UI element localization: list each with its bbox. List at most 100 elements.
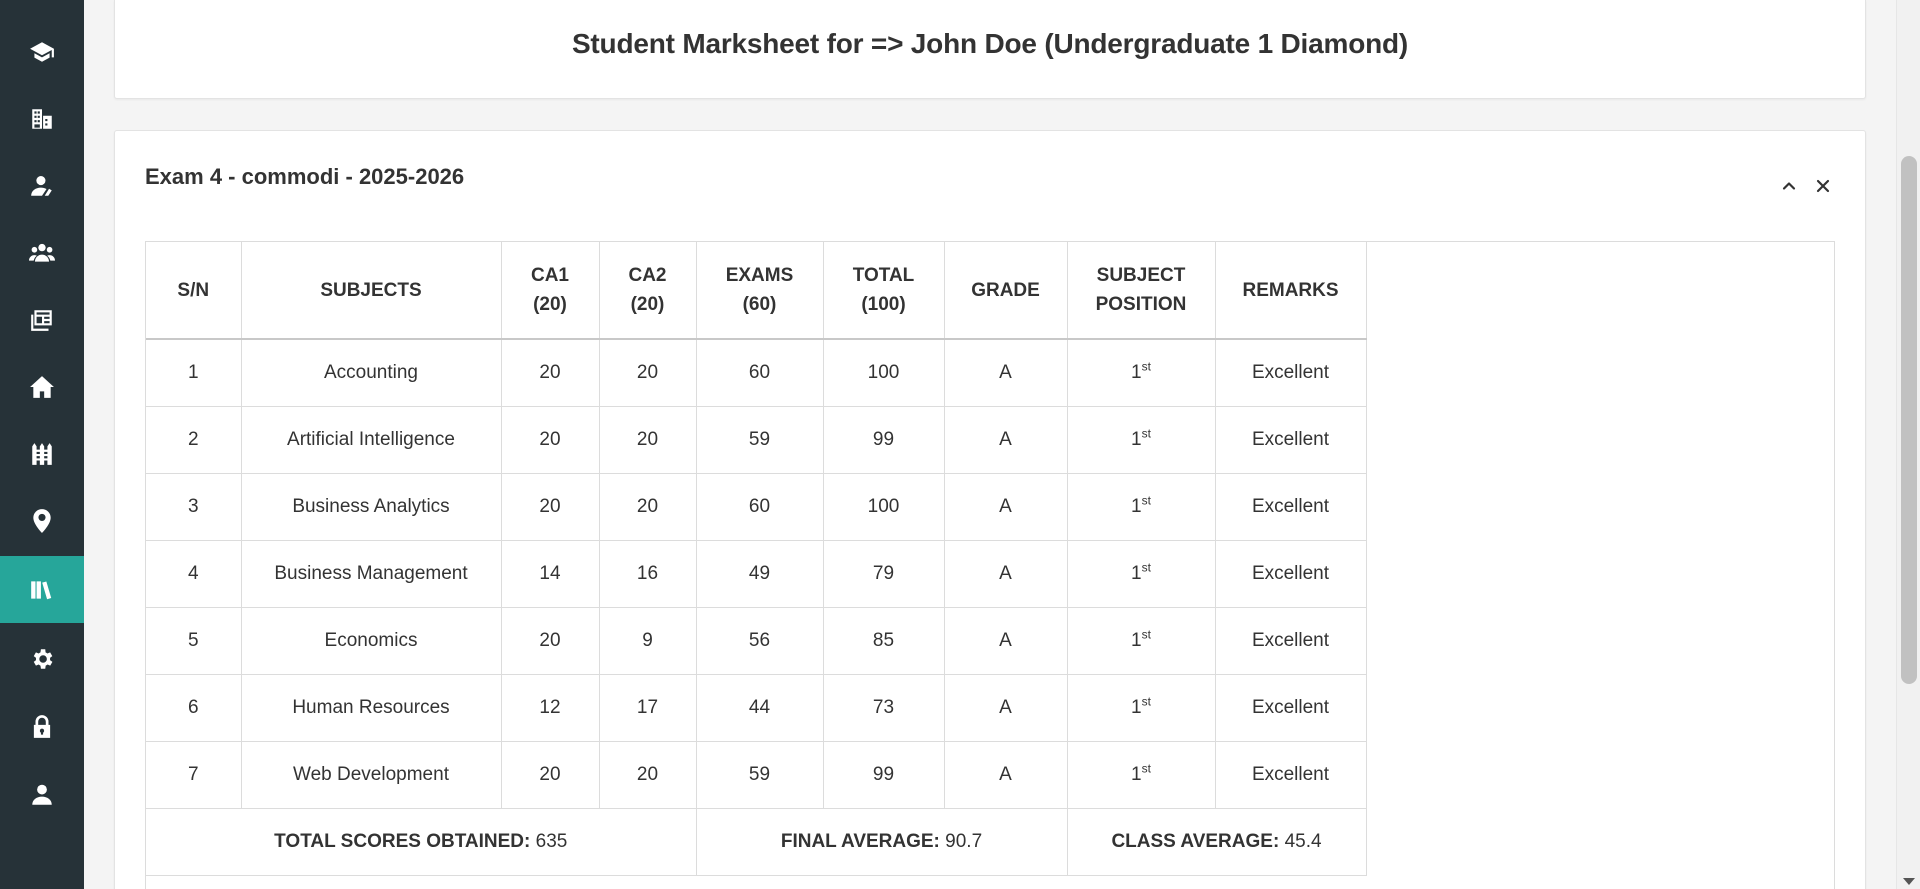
sidebar-item-teachers[interactable] (0, 152, 84, 219)
header-grade: GRADE (943, 242, 1068, 340)
header-subject-position: SUBJECT POSITION (1066, 242, 1216, 340)
sidebar-item-students[interactable] (0, 219, 84, 286)
summary-row: TOTAL SCORES OBTAINED: 635 FINAL AVERAGE… (146, 807, 1367, 876)
cell-exams: 44 (695, 673, 824, 742)
exam-card: Exam 4 - commodi - 2025-2026 S/N SUBJECT… (114, 130, 1866, 889)
cell-remarks: Excellent (1214, 405, 1367, 474)
scrollbar-thumb[interactable] (1901, 156, 1917, 684)
cell-position: 1st (1066, 740, 1216, 809)
cell-total: 99 (822, 405, 945, 474)
header-exams: EXAMS (60) (695, 242, 824, 340)
close-button[interactable] (1810, 173, 1836, 199)
cell-sn: 1 (146, 338, 242, 407)
sidebar-item-locations[interactable] (0, 487, 84, 554)
marksheet-table-container: S/N SUBJECTS CA1 (20) CA2 (20) EXAMS (60) T… (145, 241, 1835, 889)
collapse-button[interactable] (1776, 173, 1802, 199)
table-row: 3 Business Analytics 20 20 60 100 A 1st … (146, 472, 1367, 541)
cell-ca2: 20 (598, 405, 697, 474)
sidebar-item-settings[interactable] (0, 625, 84, 692)
classes-icon (31, 309, 52, 331)
table-row: 7 Web Development 20 20 59 99 A 1st Exce… (146, 740, 1367, 809)
sidebar-item-home[interactable] (0, 353, 84, 420)
sidebar-item-classes[interactable] (0, 286, 84, 353)
cell-sn: 3 (146, 472, 242, 541)
cell-exams: 49 (695, 539, 824, 608)
sidebar-item-dormitories[interactable] (0, 420, 84, 487)
cell-ca2: 16 (598, 539, 697, 608)
school-building-icon (32, 108, 52, 129)
header-remarks: REMARKS (1214, 242, 1367, 340)
cell-position: 1st (1066, 606, 1216, 675)
table-row: 2 Artificial Intelligence 20 20 59 99 A … (146, 405, 1367, 474)
chevron-up-icon (1782, 182, 1796, 190)
sidebar-item-academics[interactable] (0, 18, 84, 85)
cell-ca1: 20 (500, 472, 600, 541)
cell-sn: 5 (146, 606, 242, 675)
user-icon (32, 784, 52, 805)
exam-title: Exam 4 - commodi - 2025-2026 (145, 164, 465, 189)
sidebar-item-schools[interactable] (0, 85, 84, 152)
cell-grade: A (943, 338, 1068, 407)
cell-subject: Economics (240, 606, 502, 675)
cell-total: 85 (822, 606, 945, 675)
cell-subject: Human Resources (240, 673, 502, 742)
home-icon (30, 375, 54, 398)
cell-sn: 2 (146, 405, 242, 474)
cell-grade: A (943, 740, 1068, 809)
marksheet-body: 1 Accounting 20 20 60 100 A 1st Excellen… (146, 338, 1367, 809)
cell-sn: 7 (146, 740, 242, 809)
cell-remarks: Excellent (1214, 673, 1367, 742)
header-ca1: CA1 (20) (500, 242, 600, 340)
cell-subject: Business Management (240, 539, 502, 608)
cell-ca1: 20 (500, 405, 600, 474)
header-total: TOTAL (100) (822, 242, 945, 340)
table-header-row: S/N SUBJECTS CA1 (20) CA2 (20) EXAMS (60) T… (146, 242, 1367, 340)
graduation-cap-icon (30, 41, 54, 62)
page-title: Student Marksheet for => John Doe (Under… (571, 28, 1409, 59)
cell-total: 100 (822, 338, 945, 407)
cell-exams: 59 (695, 405, 824, 474)
cell-position: 1st (1066, 472, 1216, 541)
cell-ca1: 20 (500, 338, 600, 407)
cell-exams: 60 (695, 338, 824, 407)
cell-total: 100 (822, 472, 945, 541)
cell-position: 1st (1066, 539, 1216, 608)
header-sn: S/N (146, 242, 242, 340)
cell-grade: A (943, 472, 1068, 541)
cell-ca1: 20 (500, 606, 600, 675)
page-title-card: Student Marksheet for => John Doe (Under… (114, 0, 1866, 99)
class-average-cell: CLASS AVERAGE: 45.4 (1066, 807, 1367, 876)
table-row: 5 Economics 20 9 56 85 A 1st Excellent (146, 606, 1367, 675)
sidebar-item-library[interactable] (0, 556, 84, 623)
students-group-icon (29, 243, 55, 262)
cell-ca2: 9 (598, 606, 697, 675)
cell-ca1: 12 (500, 673, 600, 742)
cell-ca1: 20 (500, 740, 600, 809)
sidebar-item-profile[interactable] (0, 761, 84, 828)
cell-subject: Business Analytics (240, 472, 502, 541)
cell-remarks: Excellent (1214, 606, 1367, 675)
cell-ca1: 14 (500, 539, 600, 608)
cell-sn: 6 (146, 673, 242, 742)
cell-position: 1st (1066, 338, 1216, 407)
cell-exams: 60 (695, 472, 824, 541)
sidebar-item-security[interactable] (0, 693, 84, 760)
table-row: 1 Accounting 20 20 60 100 A 1st Excellen… (146, 338, 1367, 407)
cell-ca2: 20 (598, 472, 697, 541)
table-row: 6 Human Resources 12 17 44 73 A 1st Exce… (146, 673, 1367, 742)
cell-remarks: Excellent (1214, 740, 1367, 809)
cell-grade: A (943, 673, 1068, 742)
teacher-icon (31, 175, 52, 196)
cell-subject: Accounting (240, 338, 502, 407)
gear-icon (33, 648, 53, 669)
cell-position: 1st (1066, 405, 1216, 474)
sidebar (0, 0, 84, 889)
header-ca2: CA2 (20) (598, 242, 697, 340)
cell-remarks: Excellent (1214, 539, 1367, 608)
page-scrollbar[interactable] (1896, 0, 1920, 889)
cell-remarks: Excellent (1214, 338, 1367, 407)
scroll-down-arrow-icon[interactable] (1903, 878, 1915, 885)
cell-total: 99 (822, 740, 945, 809)
fence-icon (32, 442, 52, 465)
cell-total: 79 (822, 539, 945, 608)
